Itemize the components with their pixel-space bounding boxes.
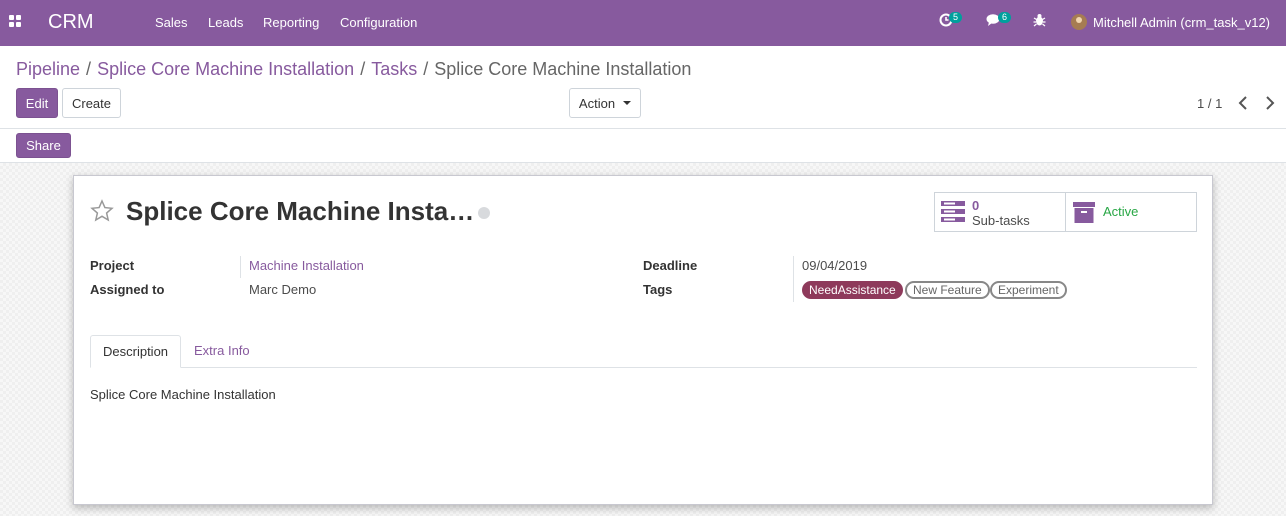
tab-extra-info[interactable]: Extra Info — [182, 335, 262, 368]
form-sheet: Splice Core Machine Installation 0 Sub-t… — [73, 175, 1213, 505]
subtasks-icon — [941, 201, 965, 222]
share-button[interactable]: Share — [16, 133, 71, 158]
breadcrumb-opportunity[interactable]: Splice Core Machine Installation — [97, 59, 354, 79]
breadcrumb-separator: / — [86, 59, 92, 79]
project-label: Project — [90, 258, 135, 273]
description-content[interactable]: Splice Core Machine Installation — [90, 387, 276, 402]
message-count-badge: 6 — [998, 12, 1012, 23]
breadcrumb-separator: / — [360, 59, 366, 79]
caret-down-icon — [623, 101, 632, 105]
menu-leads[interactable]: Leads — [208, 15, 243, 30]
tag-new-feature[interactable]: New Feature — [905, 281, 990, 299]
subtasks-button[interactable]: 0 Sub-tasks — [934, 192, 1066, 232]
breadcrumb-separator: / — [423, 59, 429, 79]
breadcrumb-tasks[interactable]: Tasks — [371, 59, 417, 79]
active-label: Active — [1103, 204, 1139, 219]
assigned-to-value: Marc Demo — [249, 282, 317, 297]
tag-experiment[interactable]: Experiment — [990, 281, 1067, 299]
field-divider — [793, 256, 794, 302]
tags-label: Tags — [643, 282, 673, 297]
pager-value[interactable]: 1 / 1 — [1197, 96, 1222, 111]
app-brand[interactable]: CRM — [48, 11, 94, 34]
menu-reporting[interactable]: Reporting — [263, 15, 319, 30]
breadcrumb-pipeline[interactable]: Pipeline — [16, 59, 80, 79]
subtasks-label: Sub-tasks — [972, 213, 1030, 228]
menu-configuration[interactable]: Configuration — [340, 15, 417, 30]
apps-icon[interactable] — [9, 15, 23, 29]
edit-button[interactable]: Edit — [16, 88, 58, 118]
deadline-value: 09/04/2019 — [802, 258, 868, 273]
breadcrumb: Pipeline / Splice Core Machine Installatio… — [16, 59, 691, 80]
subtasks-count: 0 — [972, 198, 980, 213]
tag-need-assistance[interactable]: NeedAssistance — [802, 281, 903, 299]
create-button[interactable]: Create — [62, 88, 121, 118]
form-statusbar: Share — [0, 129, 1286, 163]
star-icon[interactable] — [90, 199, 114, 223]
assigned-to-label: Assigned to — [90, 282, 165, 297]
debug-menu[interactable] — [1033, 13, 1046, 30]
kanban-state-icon[interactable] — [478, 207, 490, 219]
menu-sales[interactable]: Sales — [155, 15, 188, 30]
tab-description[interactable]: Description — [90, 335, 182, 368]
user-name: Mitchell Admin (crm_task_v12) — [1093, 15, 1270, 30]
action-label: Action — [578, 95, 616, 111]
archive-box-icon — [1073, 202, 1095, 223]
activity-menu[interactable]: 5 — [939, 12, 963, 30]
activity-count-badge: 5 — [949, 12, 963, 23]
chevron-left-icon[interactable] — [1236, 95, 1250, 111]
task-title: Splice Core Machine Installation — [126, 196, 478, 226]
chevron-right-icon[interactable] — [1263, 95, 1277, 111]
active-toggle-button[interactable]: Active — [1065, 192, 1197, 232]
breadcrumb-current: Splice Core Machine Installation — [434, 59, 692, 79]
avatar — [1071, 14, 1087, 30]
project-link[interactable]: Machine Installation — [249, 258, 364, 273]
messages-menu[interactable]: 6 — [986, 12, 1012, 30]
action-dropdown[interactable]: Action — [569, 88, 641, 118]
deadline-label: Deadline — [643, 258, 698, 273]
bug-icon — [1033, 14, 1046, 27]
field-divider — [240, 256, 241, 278]
top-navbar: CRM Sales Leads Reporting Configuration … — [0, 0, 1286, 46]
